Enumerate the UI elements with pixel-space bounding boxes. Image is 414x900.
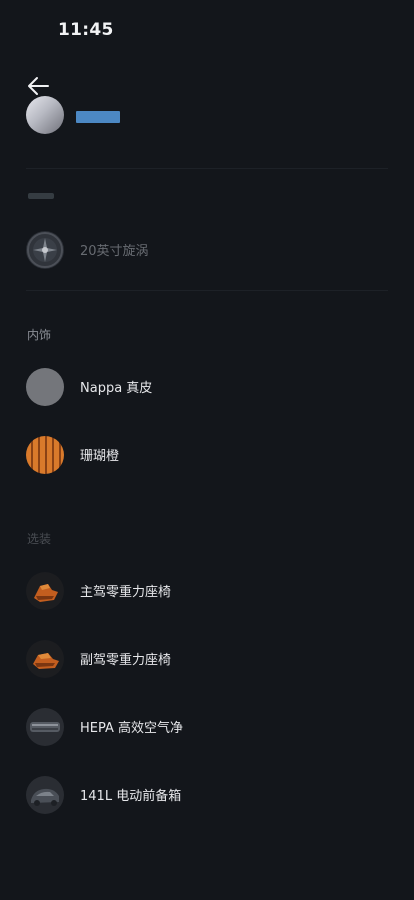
divider xyxy=(26,168,388,169)
wheel-section-icon xyxy=(28,193,54,199)
gray-swatch-icon xyxy=(26,368,64,406)
seat-icon xyxy=(26,572,64,610)
color-swatch-icon xyxy=(26,96,64,134)
wheel-section-title xyxy=(27,190,57,204)
color-option-row[interactable] xyxy=(0,96,414,154)
orange-wood-swatch-icon xyxy=(26,436,64,474)
option-item-label: HEPA 高效空气净 xyxy=(80,721,184,736)
seat-icon xyxy=(26,640,64,678)
status-time: 11:45 xyxy=(58,20,114,40)
air-filter-icon xyxy=(26,708,64,746)
option-item-label: 主驾零重力座椅 xyxy=(80,585,172,600)
option-item-passenger-seat[interactable]: 副驾零重力座椅 xyxy=(0,630,414,686)
wheel-row[interactable]: 20英寸旋涡 xyxy=(0,221,414,277)
wheel-label: 20英寸旋涡 xyxy=(80,244,149,259)
interior-section-title: 内饰 xyxy=(27,328,52,342)
interior-item-label: Nappa 真皮 xyxy=(80,381,153,396)
interior-item-label: 珊瑚橙 xyxy=(80,449,120,464)
option-item-hepa[interactable]: HEPA 高效空气净 xyxy=(0,698,414,754)
divider xyxy=(26,290,388,291)
front-trunk-icon xyxy=(26,776,64,814)
wheel-icon xyxy=(26,231,64,269)
options-section-title: 选装 xyxy=(27,532,52,546)
interior-item-nappa[interactable]: Nappa 真皮 xyxy=(0,358,414,414)
option-item-label: 副驾零重力座椅 xyxy=(80,653,172,668)
option-item-front-trunk[interactable]: 141L 电动前备箱 xyxy=(0,766,414,822)
selected-color-title xyxy=(76,111,120,123)
option-item-label: 141L 电动前备箱 xyxy=(80,789,182,804)
interior-item-coral[interactable]: 珊瑚橙 xyxy=(0,426,414,482)
option-item-driver-seat[interactable]: 主驾零重力座椅 xyxy=(0,562,414,618)
status-bar: 11:45 xyxy=(0,0,414,60)
